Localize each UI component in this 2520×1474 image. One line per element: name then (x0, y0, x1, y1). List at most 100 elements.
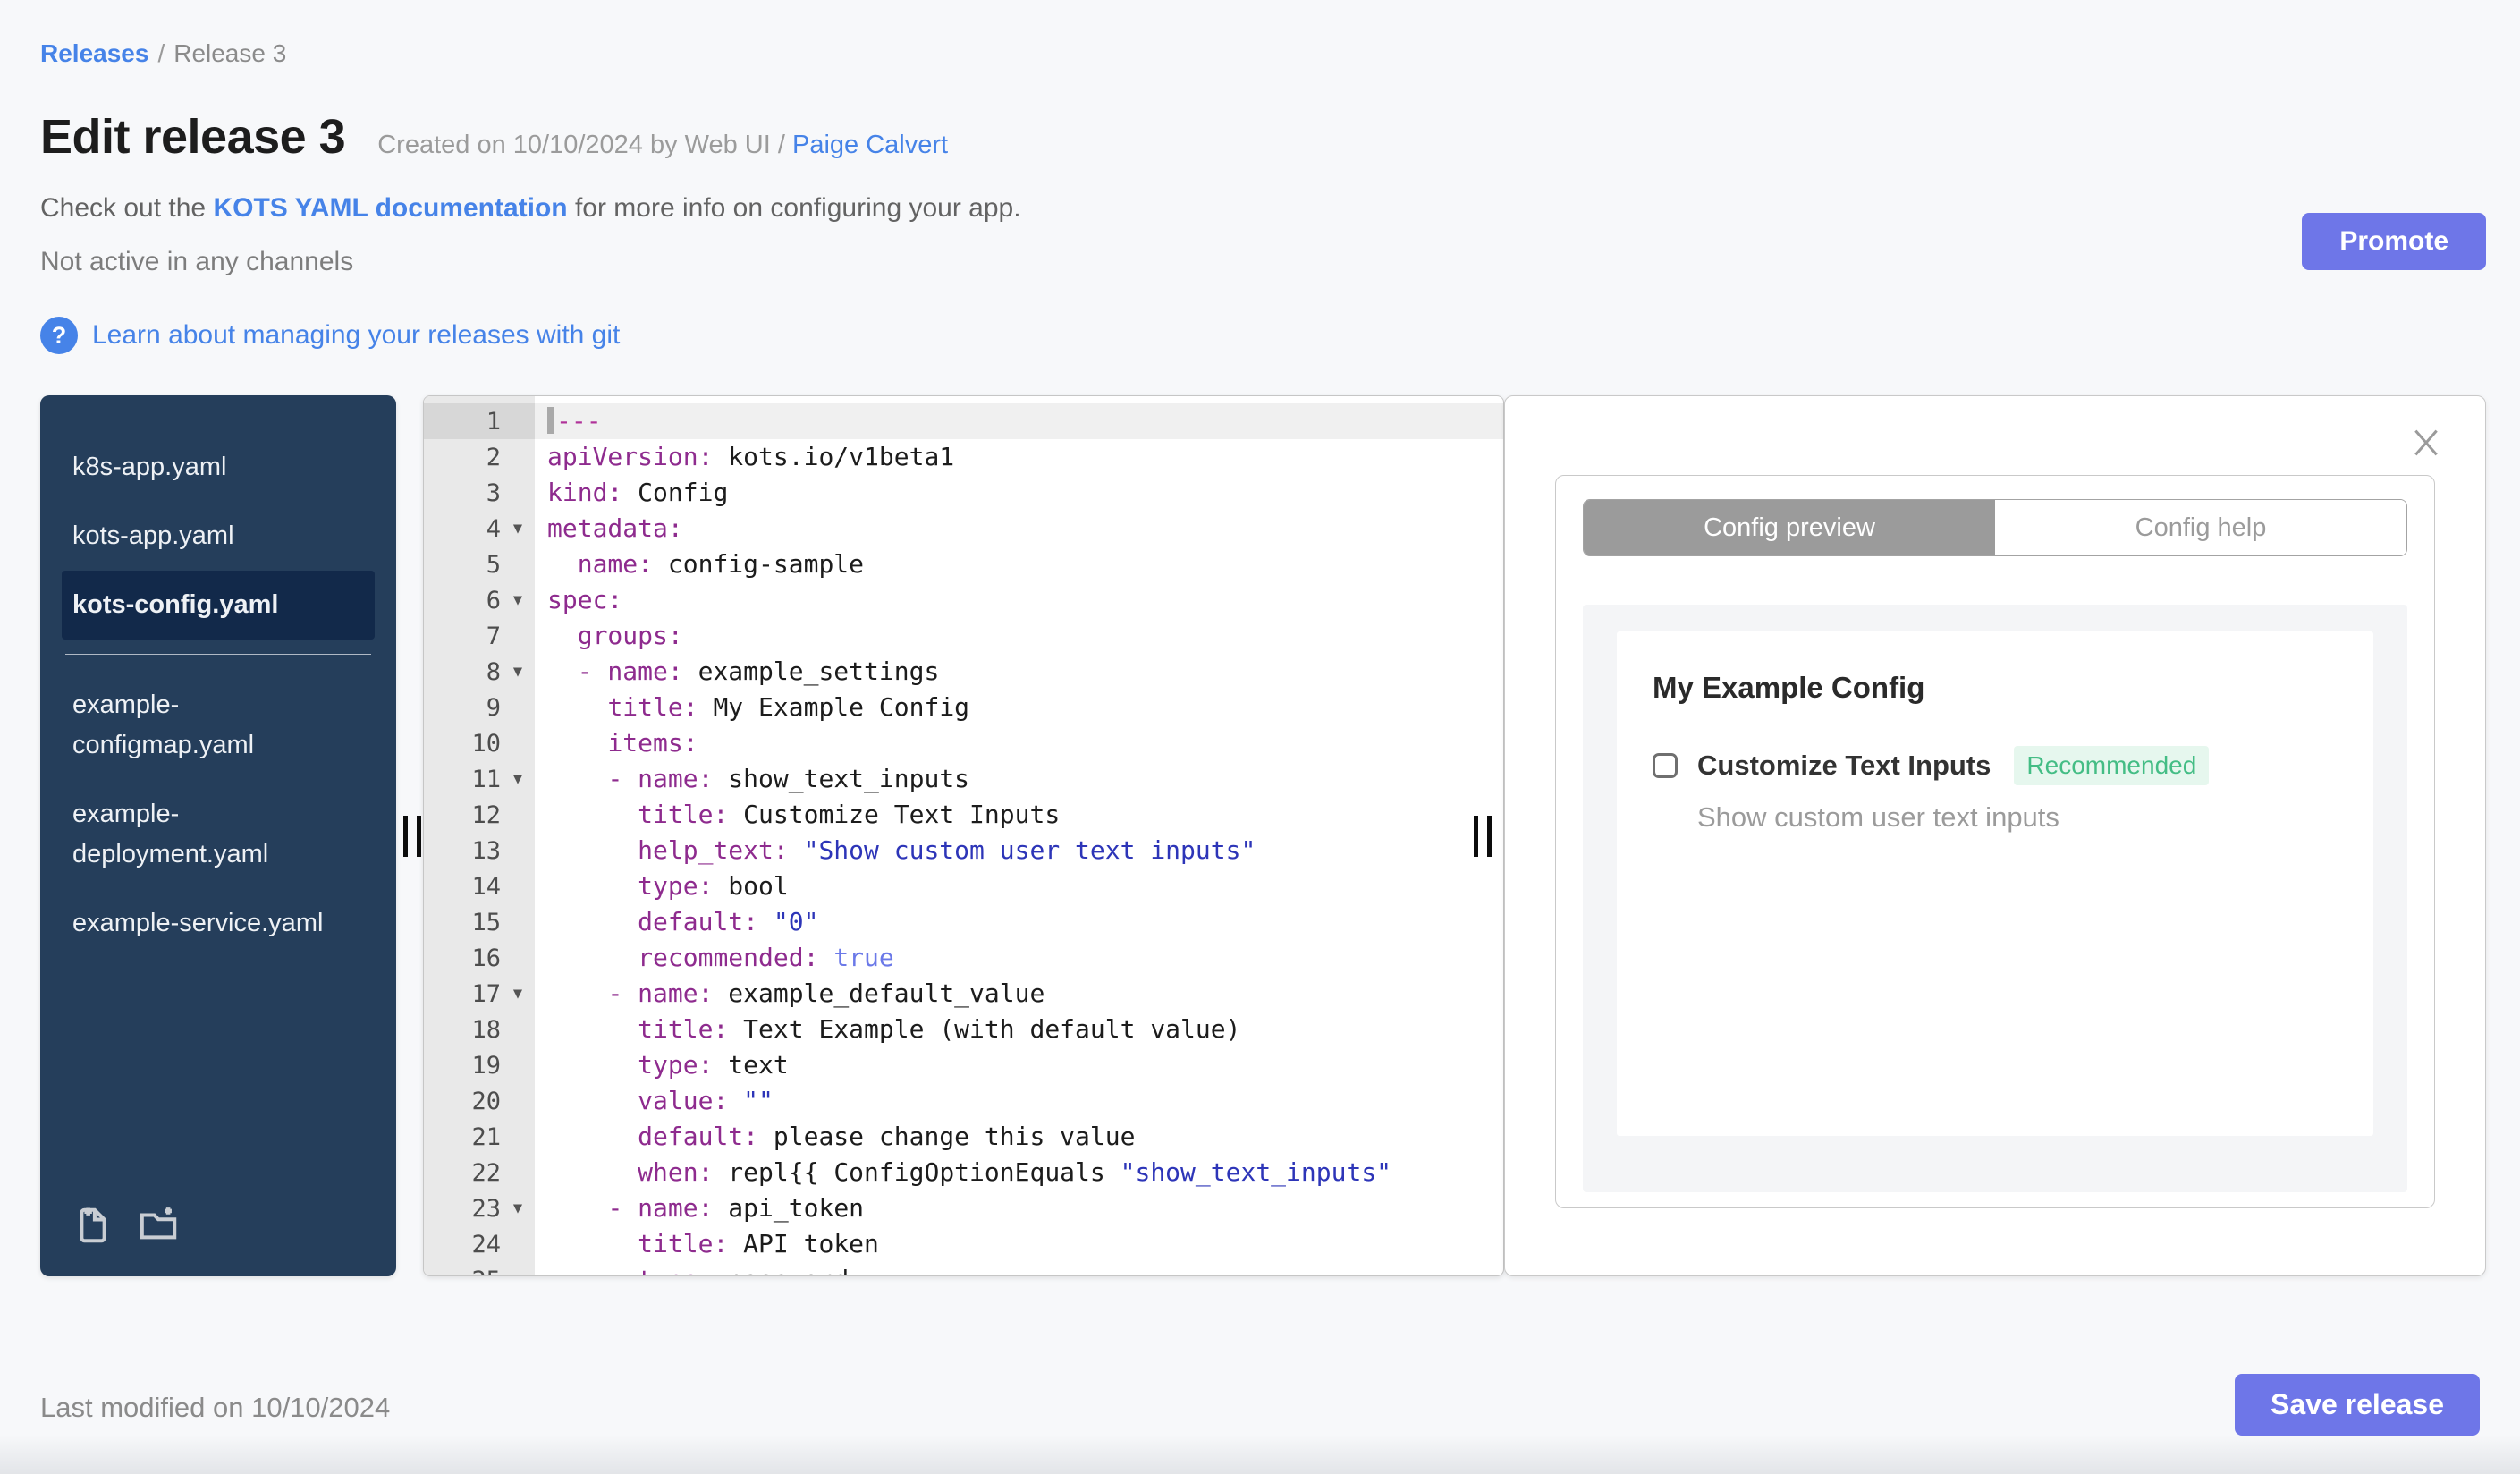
doc-line-prefix: Check out the (40, 193, 214, 223)
code-line-3[interactable]: kind: Config (535, 475, 1503, 511)
file-item-example-deployment.yaml[interactable]: example-deployment.yaml (62, 780, 375, 889)
fold-caret-icon[interactable]: ▼ (501, 663, 535, 681)
code-line-11[interactable]: - name: show_text_inputs (535, 761, 1503, 797)
add-folder-button[interactable] (137, 1205, 180, 1246)
line-number: 13 (471, 836, 501, 865)
code-token: password (713, 1265, 849, 1275)
line-number: 25 (424, 1266, 501, 1276)
line-number: 21 (471, 1122, 501, 1151)
code-line-14[interactable]: type: bool (535, 868, 1503, 904)
save-release-button[interactable]: Save release (2235, 1374, 2480, 1436)
resize-handle-right[interactable] (1474, 815, 1492, 857)
line-number: 11 (471, 765, 501, 793)
line-number: 23 (471, 1194, 501, 1223)
gutter-line-18: 18 (424, 1012, 535, 1047)
code-token: true (833, 943, 894, 972)
promote-button[interactable]: Promote (2302, 213, 2486, 270)
code-line-21[interactable]: default: please change this value (535, 1119, 1503, 1155)
gutter-line-14: 14 (424, 868, 535, 904)
code-token: Customize Text Inputs (728, 800, 1061, 829)
kots-docs-link[interactable]: KOTS YAML documentation (213, 193, 567, 223)
code-line-18[interactable]: title: Text Example (with default value) (535, 1012, 1503, 1047)
line-number: 6 (486, 586, 501, 614)
gutter-line-12: 12 (424, 797, 535, 833)
code-line-6[interactable]: spec: (535, 582, 1503, 618)
line-number: 19 (471, 1051, 501, 1080)
recommended-badge: Recommended (2014, 746, 2210, 785)
config-item-label: Customize Text Inputs (1697, 750, 1991, 781)
file-item-example-configmap.yaml[interactable]: example-configmap.yaml (62, 671, 375, 780)
code-token: Text Example (with default value) (728, 1014, 1241, 1044)
code-token: metadata: (547, 513, 683, 543)
code-token: - name: (607, 978, 714, 1008)
file-item-kots-app.yaml[interactable]: kots-app.yaml (62, 502, 375, 571)
author-link[interactable]: Paige Calvert (792, 131, 948, 159)
code-line-7[interactable]: groups: (535, 618, 1503, 654)
code-line-2[interactable]: apiVersion: kots.io/v1beta1 (535, 439, 1503, 475)
tab-config-preview[interactable]: Config preview (1584, 500, 1995, 555)
code-line-9[interactable]: title: My Example Config (535, 690, 1503, 725)
code-line-19[interactable]: type: text (535, 1047, 1503, 1083)
gutter-line-11: 11 ▼ (424, 761, 535, 797)
file-name: example-service.yaml (72, 908, 324, 937)
gutter-line-20: 20 (424, 1083, 535, 1119)
code-editor[interactable]: 1 2 3 4 ▼ 5 6 ▼ 7 8 ▼ 9 10 11 ▼ 12 13 14 15 16 17 ▼ 18 19 20 21 22… (423, 395, 1504, 1276)
file-item-kots-config.yaml[interactable]: kots-config.yaml (62, 570, 375, 640)
breadcrumb: Releases / Release 3 (40, 39, 2486, 68)
code-line-24[interactable]: title: API token (535, 1226, 1503, 1262)
fold-caret-icon[interactable]: ▼ (501, 520, 535, 538)
code-line-12[interactable]: title: Customize Text Inputs (535, 797, 1503, 833)
fold-caret-icon[interactable]: ▼ (501, 1199, 535, 1217)
code-token: title: (638, 1229, 729, 1258)
fold-caret-icon[interactable]: ▼ (501, 985, 535, 1003)
code-line-16[interactable]: recommended: true (535, 940, 1503, 976)
line-number: 5 (486, 550, 501, 579)
code-token: title: (607, 692, 698, 722)
close-preview-button[interactable] (2403, 419, 2449, 466)
tab-config-help[interactable]: Config help (1995, 500, 2406, 555)
breadcrumb-releases-link[interactable]: Releases (40, 39, 148, 67)
config-group-card: My Example Config Customize Text Inputs … (1617, 631, 2373, 1136)
add-file-button[interactable] (72, 1205, 114, 1246)
resize-handle-left[interactable] (403, 815, 421, 857)
customize-text-inputs-checkbox[interactable] (1653, 753, 1678, 778)
code-line-13[interactable]: help_text: "Show custom user text inputs… (535, 833, 1503, 868)
code-line-23[interactable]: - name: api_token (535, 1190, 1503, 1226)
git-releases-link[interactable]: Learn about managing your releases with … (92, 320, 620, 351)
fold-caret-icon[interactable]: ▼ (501, 770, 535, 788)
gutter-line-19: 19 (424, 1047, 535, 1083)
code-line-20[interactable]: value: "" (535, 1083, 1503, 1119)
code-line-4[interactable]: metadata: (535, 511, 1503, 546)
gutter-line-24: 24 (424, 1226, 535, 1262)
code-line-10[interactable]: items: (535, 725, 1503, 761)
line-number: 8 (486, 657, 501, 686)
config-preview-card: Config preview Config help My Example Co… (1555, 475, 2435, 1208)
editor-code-area[interactable]: --- apiVersion: kots.io/v1beta1 kind: Conf… (535, 396, 1503, 1275)
file-item-example-service.yaml[interactable]: example-service.yaml (62, 889, 375, 958)
code-line-17[interactable]: - name: example_default_value (535, 976, 1503, 1012)
code-line-25[interactable]: type: password (535, 1262, 1503, 1275)
code-line-1[interactable]: --- (535, 403, 1503, 439)
gutter-line-3: 3 (424, 475, 535, 511)
code-line-8[interactable]: - name: example_settings (535, 654, 1503, 690)
code-line-22[interactable]: when: repl{{ ConfigOptionEquals "show_te… (535, 1155, 1503, 1190)
code-line-5[interactable]: name: config-sample (535, 546, 1503, 582)
channel-status: Not active in any channels (40, 247, 354, 276)
line-number: 3 (486, 479, 501, 507)
code-token: type: (638, 871, 714, 901)
code-token: recommended: (638, 943, 819, 972)
file-item-k8s-app.yaml[interactable]: k8s-app.yaml (62, 433, 375, 502)
fold-caret-icon[interactable]: ▼ (501, 591, 535, 609)
code-token: My Example Config (698, 692, 970, 722)
code-line-15[interactable]: default: "0" (535, 904, 1503, 940)
code-token: bool (713, 871, 789, 901)
